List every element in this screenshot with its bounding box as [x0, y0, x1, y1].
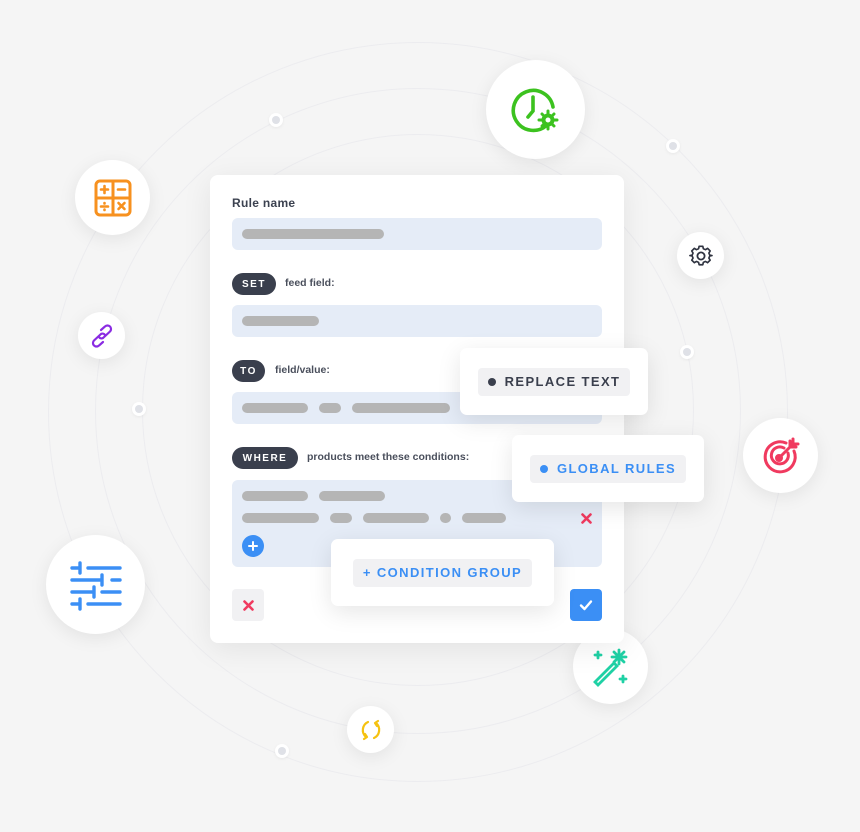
remove-condition-icon[interactable] — [581, 513, 592, 524]
orbit-dot — [680, 345, 694, 359]
orbit-dot — [269, 113, 283, 127]
gear-orb[interactable] — [677, 232, 724, 279]
rule-name-label: Rule name — [232, 196, 296, 210]
where-hint: products meet these conditions: — [307, 451, 470, 463]
add-condition-button[interactable] — [242, 535, 264, 557]
placeholder-bar — [242, 229, 384, 239]
replace-text-label: REPLACE TEXT — [504, 374, 621, 389]
sliders-orb — [46, 535, 145, 634]
orbit-dot — [666, 139, 680, 153]
replace-text-popup: REPLACE TEXT — [460, 348, 648, 415]
link-orb — [78, 312, 125, 359]
magic-wand-icon — [592, 648, 627, 687]
global-rules-chip[interactable]: GLOBAL RULES — [529, 454, 687, 483]
rule-name-input[interactable] — [232, 218, 602, 250]
global-rules-label: GLOBAL RULES — [556, 461, 677, 476]
to-hint: field/value: — [275, 364, 330, 376]
condition-group-chip[interactable]: + CONDITION GROUP — [352, 558, 533, 587]
chip-dot — [487, 377, 496, 386]
placeholder-bar — [242, 316, 319, 326]
condition-group-popup: + CONDITION GROUP — [331, 539, 554, 606]
placeholder-bar — [242, 403, 308, 413]
gear-icon — [688, 245, 713, 266]
placeholder-bar — [330, 513, 352, 523]
condition-group-label: + CONDITION GROUP — [362, 565, 523, 580]
cancel-button[interactable] — [232, 589, 264, 621]
check-icon — [579, 600, 593, 611]
orbit-dot — [132, 402, 146, 416]
placeholder-bar — [242, 513, 319, 523]
confirm-button[interactable] — [570, 589, 602, 621]
replace-text-chip[interactable]: REPLACE TEXT — [477, 367, 631, 396]
calculator-icon — [94, 179, 131, 216]
target-icon — [763, 437, 799, 473]
sliders-icon — [69, 560, 122, 611]
clock-gear-orb — [486, 60, 585, 159]
chip-dot — [539, 464, 548, 473]
placeholder-bar — [242, 491, 308, 501]
set-hint: feed field: — [285, 277, 335, 289]
placeholder-bar — [363, 513, 429, 523]
placeholder-bar — [319, 491, 385, 501]
to-keyword-pill: TO — [232, 360, 265, 382]
feed-field-input[interactable] — [232, 305, 602, 337]
where-keyword-pill: WHERE — [232, 447, 298, 469]
close-icon — [242, 599, 254, 611]
set-keyword-pill: SET — [232, 273, 276, 295]
calculator-orb — [75, 160, 150, 235]
target-orb — [743, 418, 818, 493]
clock-gear-icon — [511, 88, 558, 132]
placeholder-bar — [462, 513, 506, 523]
placeholder-bar — [352, 403, 450, 413]
sync-icon — [361, 719, 380, 740]
placeholder-bar — [319, 403, 341, 413]
global-rules-popup: GLOBAL RULES — [512, 435, 704, 502]
orbit-dot — [275, 744, 289, 758]
placeholder-bar — [440, 513, 451, 523]
plus-icon — [248, 541, 258, 551]
link-icon — [91, 323, 112, 348]
sync-orb[interactable] — [347, 706, 394, 753]
